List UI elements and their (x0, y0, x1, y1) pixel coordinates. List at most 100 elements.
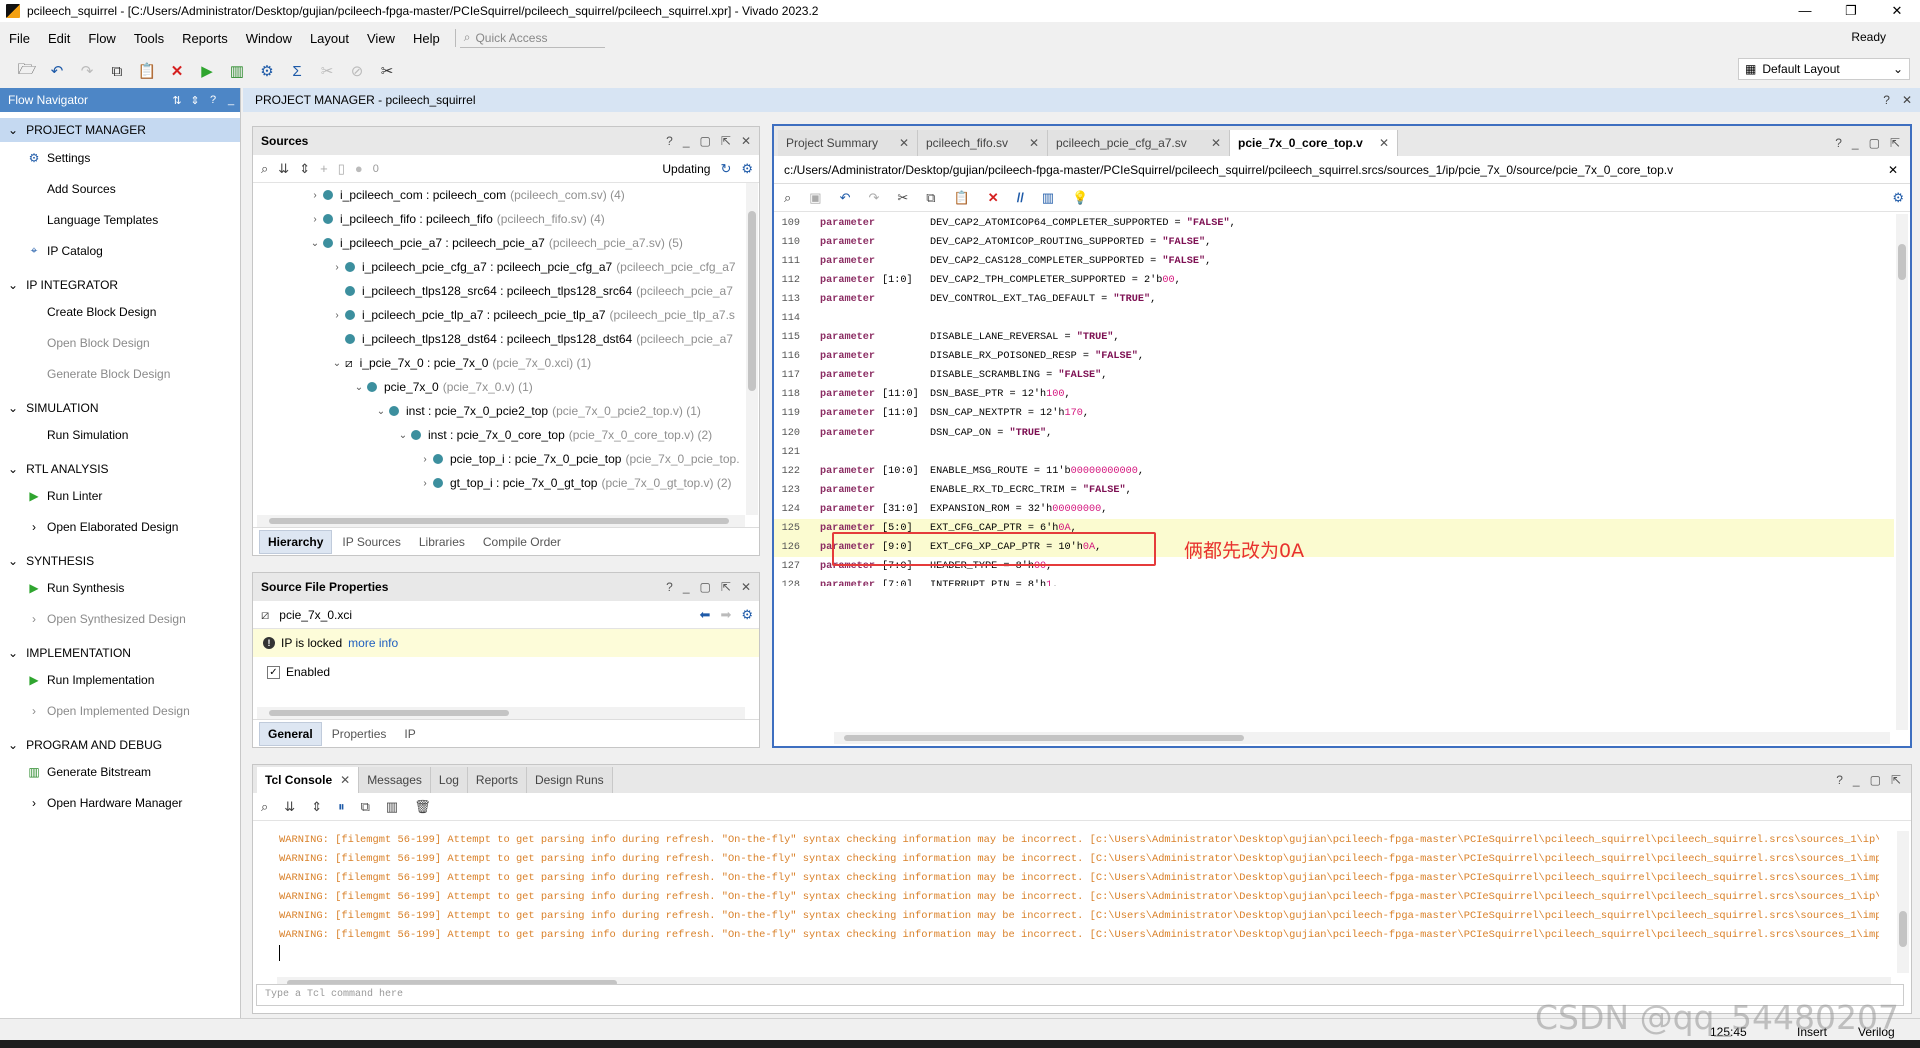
chevron-right-icon[interactable]: › (329, 262, 345, 273)
tree-row[interactable]: › i_pcileech_com : pcileech_com (pcileech_… (253, 183, 745, 207)
close-icon[interactable]: ✕ (741, 580, 751, 594)
open-project-icon[interactable]: 🗁 (14, 59, 40, 83)
editor-vscrollbar[interactable] (1896, 214, 1908, 730)
close-tab-icon[interactable]: ✕ (899, 136, 909, 150)
pause-icon[interactable]: ⏸ (338, 799, 345, 815)
restore-icon[interactable]: ▢ (1870, 773, 1881, 787)
scroll-thumb[interactable] (269, 518, 729, 524)
nav-open-implemented-design[interactable]: › Open Implemented Design (0, 695, 240, 726)
chevron-down-icon[interactable]: ⌄ (351, 382, 367, 393)
code-line[interactable]: 118 parameter [11:0] DSN_BASE_PTR = 12'h 100… (774, 385, 1894, 404)
delete-icon[interactable]: ✕ (988, 190, 999, 206)
nav-open-elaborated-design[interactable]: › Open Elaborated Design (0, 511, 240, 542)
collapse-all-icon[interactable]: ⇅ (168, 94, 186, 107)
lightbulb-icon[interactable]: 💡 (1072, 190, 1088, 206)
expand-all-icon[interactable]: ⇕ (186, 94, 204, 107)
nav-run-synthesis[interactable]: ▶ Run Synthesis (0, 572, 240, 603)
chevron-right-icon[interactable]: › (329, 310, 345, 321)
copy-icon[interactable]: ⧉ (361, 799, 370, 815)
copy-icon[interactable]: ⧉ (104, 59, 130, 83)
menu-help[interactable]: Help (404, 31, 449, 46)
scroll-thumb[interactable] (269, 710, 509, 716)
chevron-right-icon[interactable]: › (307, 190, 323, 201)
tree-row[interactable]: ⌄ inst : pcie_7x_0_pcie2_top (pcie_7x_0_pc… (253, 399, 745, 423)
tab-pcie-core-top[interactable]: pcie_7x_0_core_top.v ✕ (1230, 130, 1398, 156)
menu-tools[interactable]: Tools (125, 31, 173, 46)
section-implementation[interactable]: ⌄ IMPLEMENTATION (0, 642, 240, 664)
minimize-button[interactable]: — (1782, 0, 1828, 22)
tab-properties[interactable]: Properties (324, 723, 395, 745)
restore-icon[interactable]: ▢ (700, 580, 711, 594)
restore-icon[interactable]: ▢ (1869, 136, 1880, 150)
tab-general[interactable]: General (259, 721, 322, 746)
code-line[interactable]: 120 parameter DSN_CAP_ON = "TRUE", (774, 424, 1894, 443)
menu-view[interactable]: View (358, 31, 404, 46)
code-line[interactable]: 113 parameter DEV_CONTROL_EXT_TAG_DEFAULT … (774, 290, 1894, 309)
nav-settings[interactable]: ⚙ Settings (0, 142, 240, 173)
close-tab-icon[interactable]: ✕ (1211, 136, 1221, 150)
nav-run-implementation[interactable]: ▶ Run Implementation (0, 664, 240, 695)
code-line[interactable]: 116 parameter DISABLE_RX_POISONED_RESP = "… (774, 347, 1894, 366)
chevron-right-icon[interactable]: › (417, 454, 433, 465)
minimize-icon[interactable]: _ (683, 134, 690, 148)
minimize-icon[interactable]: _ (1853, 773, 1860, 787)
restore-icon[interactable]: ▢ (700, 134, 711, 148)
float-icon[interactable]: ⇱ (1890, 136, 1900, 150)
tab-design-runs[interactable]: Design Runs (526, 767, 613, 793)
tab-reports[interactable]: Reports (467, 767, 527, 793)
nav-open-synthesized-design[interactable]: › Open Synthesized Design (0, 603, 240, 634)
sources-vscrollbar[interactable] (746, 183, 758, 515)
chevron-right-icon[interactable]: › (307, 214, 323, 225)
collapse-all-icon[interactable]: ⇊ (284, 799, 295, 815)
tab-project-summary[interactable]: Project Summary ✕ (778, 130, 918, 156)
sources-hscrollbar[interactable] (257, 515, 745, 527)
search-icon[interactable]: ⌕ (261, 799, 268, 815)
search-icon[interactable]: ⌕ (261, 161, 268, 177)
scroll-thumb[interactable] (844, 735, 1244, 741)
code-line[interactable]: 124 parameter [31:0] EXPANSION_ROM = 32'h 00… (774, 500, 1894, 519)
delete-icon[interactable]: ✕ (164, 59, 190, 83)
expand-all-icon[interactable]: ⇕ (311, 799, 322, 815)
nav-run-linter[interactable]: ▶ Run Linter (0, 480, 240, 511)
section-program-debug[interactable]: ⌄ PROGRAM AND DEBUG (0, 734, 240, 756)
search-icon[interactable]: ⌕ (784, 190, 791, 206)
nav-add-sources[interactable]: Add Sources (0, 173, 240, 204)
section-simulation[interactable]: ⌄ SIMULATION (0, 397, 240, 419)
tab-pcileech-fifo[interactable]: pcileech_fifo.sv ✕ (918, 130, 1048, 156)
minimize-panel-icon[interactable]: _ (222, 94, 240, 106)
redo-icon[interactable]: ↷ (74, 59, 100, 83)
tree-row[interactable]: › gt_top_i : pcie_7x_0_gt_top (pcie_7x_0_g… (253, 471, 745, 495)
editor-hscrollbar[interactable] (834, 732, 1890, 744)
debug-icon[interactable]: ✂ (314, 59, 340, 83)
menu-window[interactable]: Window (237, 31, 301, 46)
section-rtl-analysis[interactable]: ⌄ RTL ANALYSIS (0, 458, 240, 480)
tab-hierarchy[interactable]: Hierarchy (259, 529, 333, 554)
code-line[interactable]: 109 parameter DEV_CAP2_ATOMICOP64_COMPLETE… (774, 214, 1894, 233)
help-icon[interactable]: ? (204, 94, 222, 106)
tab-libraries[interactable]: Libraries (411, 531, 473, 553)
chevron-down-icon[interactable]: ⌄ (395, 430, 411, 441)
tree-row[interactable]: › i_pcileech_pcie_cfg_a7 : pcileech_pcie_… (253, 255, 745, 279)
help-icon[interactable]: ? (1835, 136, 1842, 150)
float-icon[interactable]: ⇱ (1891, 773, 1901, 787)
quick-access-input[interactable]: ⌕ Quick Access (459, 28, 605, 48)
tab-messages[interactable]: Messages (359, 767, 431, 793)
close-tab-icon[interactable]: ✕ (1379, 136, 1389, 150)
forward-arrow-icon[interactable]: ➡ (720, 607, 731, 623)
chevron-down-icon[interactable]: ⌄ (329, 358, 345, 369)
menu-reports[interactable]: Reports (173, 31, 237, 46)
scroll-thumb[interactable] (748, 211, 756, 391)
save-icon[interactable]: ▣ (809, 190, 821, 206)
paste-icon[interactable]: 📋 (954, 190, 970, 206)
bitstream-icon[interactable]: ▥ (224, 59, 250, 83)
run-icon[interactable]: ▶ (194, 59, 220, 83)
paste-icon[interactable]: 📋 (134, 59, 160, 83)
minimize-icon[interactable]: _ (683, 580, 690, 594)
section-project-manager[interactable]: ⌄ PROJECT MANAGER (0, 118, 240, 142)
code-editor[interactable]: 109 parameter DEV_CAP2_ATOMICOP64_COMPLETE… (774, 214, 1894, 586)
scroll-thumb[interactable] (1898, 244, 1906, 280)
tree-row[interactable]: › pcie_top_i : pcie_7x_0_pcie_top (pcie_7x… (253, 447, 745, 471)
wave-icon[interactable]: ⊘ (344, 59, 370, 83)
tree-row[interactable]: i_pcileech_tlps128_src64 : pcileech_tlps… (253, 279, 745, 303)
nav-generate-block-design[interactable]: Generate Block Design (0, 358, 240, 389)
